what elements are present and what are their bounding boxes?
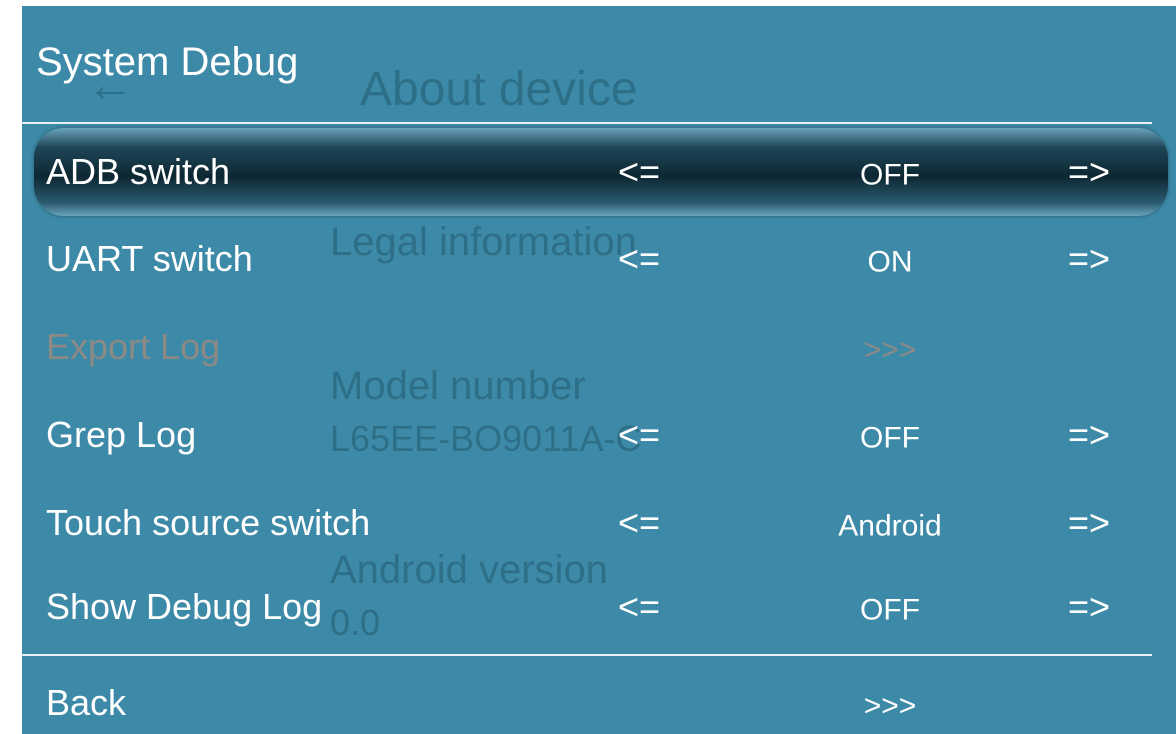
uart-switch-prev-button[interactable]: <= [618, 238, 660, 280]
show-debug-log-row[interactable]: Show Debug Log <= OFF => [22, 564, 1172, 650]
uart-switch-value: ON [867, 245, 913, 279]
uart-switch-next-button[interactable]: => [1068, 238, 1110, 280]
export-log-row: Export Log >>> [22, 304, 1172, 390]
adb-switch-next-button[interactable]: => [1068, 151, 1110, 193]
adb-switch-prev-button[interactable]: <= [618, 151, 660, 193]
footer-divider [22, 654, 1152, 656]
show-debug-log-label: Show Debug Log [46, 586, 323, 627]
background-page-title: About device [360, 63, 638, 116]
show-debug-log-next-button[interactable]: => [1068, 586, 1110, 628]
header-divider [22, 122, 1152, 124]
grep-log-next-button[interactable]: => [1068, 414, 1110, 456]
grep-log-value: OFF [860, 421, 920, 455]
uart-switch-row[interactable]: UART switch <= ON => [22, 216, 1172, 302]
uart-switch-label: UART switch [46, 238, 253, 279]
adb-switch-label: ADB switch [46, 151, 231, 192]
export-log-label: Export Log [46, 326, 221, 367]
show-debug-log-value: OFF [860, 593, 920, 627]
touch-source-next-button[interactable]: => [1068, 502, 1110, 544]
back-action[interactable]: >>> [760, 689, 1020, 723]
touch-source-switch-label: Touch source switch [46, 502, 371, 543]
grep-log-label: Grep Log [46, 414, 197, 455]
adb-switch-row[interactable]: ADB switch <= OFF => [34, 128, 1168, 216]
page-title: System Debug [36, 40, 299, 84]
system-debug-panel: ← About device Legal information Model n… [22, 6, 1176, 734]
adb-switch-value: OFF [860, 158, 920, 192]
export-log-action: >>> [863, 333, 917, 367]
show-debug-log-prev-button[interactable]: <= [618, 586, 660, 628]
touch-source-prev-button[interactable]: <= [618, 502, 660, 544]
touch-source-switch-row[interactable]: Touch source switch <= Android => [22, 480, 1172, 566]
back-label: Back [46, 682, 127, 723]
back-row[interactable]: Back >>> [22, 660, 1172, 734]
touch-source-value: Android [838, 509, 942, 543]
grep-log-prev-button[interactable]: <= [618, 414, 660, 456]
grep-log-row[interactable]: Grep Log <= OFF => [22, 392, 1172, 478]
